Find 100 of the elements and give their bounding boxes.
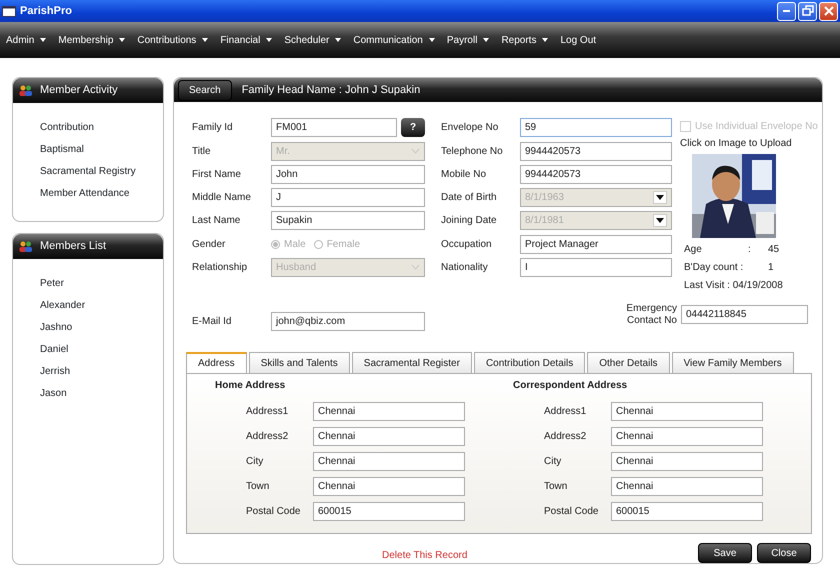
field-label: Town — [544, 480, 568, 494]
search-button[interactable]: Search — [178, 80, 232, 101]
text-field[interactable]: J — [271, 188, 425, 208]
field-label: Telephone No — [441, 144, 504, 158]
field-label: Address2 — [544, 430, 588, 444]
chevron-down-icon — [411, 264, 420, 270]
text-field[interactable]: Chennai — [611, 427, 763, 446]
maximize-icon — [802, 5, 814, 17]
stat-value: 45 — [768, 243, 780, 258]
text-field[interactable]: Chennai — [611, 477, 763, 496]
save-button[interactable]: Save — [698, 543, 752, 563]
sidebar-link[interactable]: Jason — [13, 382, 163, 404]
text-field[interactable]: Chennai — [313, 427, 465, 446]
tab[interactable]: Skills and Talents — [248, 352, 350, 374]
text-field[interactable]: Chennai — [313, 452, 465, 472]
field-label: Joining Date — [441, 214, 498, 228]
sidebar-link[interactable]: Contribution — [13, 116, 163, 138]
field-label: Address2 — [246, 430, 290, 444]
field-label: Town — [246, 480, 270, 494]
minimize-icon — [783, 10, 790, 12]
sidebar-link[interactable]: Daniel — [13, 338, 163, 360]
stat-value: 1 — [768, 261, 774, 276]
field-label: Title — [192, 144, 212, 158]
app-icon — [2, 6, 16, 16]
field-label: Nationality — [441, 260, 489, 275]
menu-item[interactable]: Financial — [220, 32, 278, 48]
sidebar-link[interactable]: Jerrish — [13, 360, 163, 382]
menu-item[interactable]: Log Out — [560, 32, 602, 48]
field-label: Mobile No — [441, 168, 488, 182]
window-title: ParishPro — [20, 4, 72, 19]
text-field[interactable]: I — [520, 258, 672, 277]
menu-item[interactable]: Scheduler — [284, 32, 348, 48]
field-label: Postal Code — [544, 505, 600, 520]
sidebar-link[interactable]: Baptismal — [13, 138, 163, 160]
text-field[interactable]: 600015 — [313, 502, 465, 522]
text-field[interactable]: 600015 — [611, 502, 763, 522]
header-title: Family Head Name : John J Supakin — [242, 82, 420, 98]
field-label: City — [544, 455, 562, 470]
field-label: Envelope No — [441, 121, 500, 136]
sidebar-link[interactable]: Jashno — [13, 316, 163, 338]
field-label: Family Id — [192, 121, 234, 136]
section-heading: Home Address — [215, 379, 286, 394]
people-icon — [19, 85, 32, 96]
tab[interactable]: View Family Members — [672, 352, 794, 374]
stat-label: Last Visit : 04/19/2008 — [684, 279, 783, 294]
field-label: Last Name — [192, 214, 242, 228]
field-label: City — [246, 455, 264, 470]
text-field[interactable]: 04442118845 — [681, 305, 808, 324]
text-field[interactable]: 59 — [520, 118, 672, 138]
text-field[interactable]: Chennai — [313, 402, 465, 422]
sidebar-link[interactable]: Alexander — [13, 294, 163, 316]
menu-item[interactable]: Communication — [353, 32, 441, 48]
text-field[interactable]: 9944420573 — [520, 142, 672, 160]
field-label: Relationship — [192, 260, 248, 275]
panel-title: Members List — [40, 239, 106, 254]
field-label: Postal Code — [246, 505, 302, 520]
caret-down-icon — [656, 218, 664, 224]
stat-label: Age — [684, 243, 703, 258]
section-heading: Correspondent Address — [513, 379, 628, 394]
menu-item[interactable]: Payroll — [446, 32, 496, 48]
field-label: Date of Birth — [441, 191, 498, 206]
menu-item[interactable]: Admin — [6, 32, 52, 48]
close-button[interactable] — [819, 2, 838, 20]
minimize-button[interactable] — [777, 2, 796, 20]
text-field[interactable]: Chennai — [611, 452, 763, 472]
text-field[interactable]: FM001 — [271, 118, 397, 138]
text-field[interactable]: Supakin — [271, 211, 425, 230]
field-label: Occupation — [441, 238, 493, 252]
tab[interactable]: Sacramental Register — [352, 352, 472, 374]
tab[interactable]: Address — [186, 352, 247, 374]
menu-item[interactable]: Reports — [501, 32, 554, 48]
field-label: Emergency Contact No — [625, 303, 677, 328]
tab[interactable]: Contribution Details — [474, 352, 586, 374]
text-field[interactable]: Project Manager — [520, 234, 672, 254]
menu-item[interactable]: Membership — [58, 32, 132, 48]
field-label: Address1 — [544, 405, 588, 420]
upload-caption: Click on Image to Upload — [680, 137, 793, 152]
delete-link[interactable]: Delete This Record — [382, 548, 468, 563]
panel-title: Member Activity — [40, 83, 118, 98]
field-label: Middle Name — [192, 191, 252, 206]
text-field[interactable]: Chennai — [313, 477, 465, 496]
tab[interactable]: Other Details — [587, 352, 670, 374]
help-button[interactable]: ? — [401, 118, 425, 138]
maximize-button[interactable] — [798, 2, 817, 20]
chevron-down-icon — [411, 148, 420, 154]
close-button[interactable]: Close — [757, 543, 811, 563]
people-icon — [19, 241, 32, 252]
text-field[interactable]: John — [271, 164, 425, 184]
field-label: E-Mail Id — [192, 315, 232, 330]
text-field[interactable]: 9944420573 — [520, 164, 672, 184]
text-field[interactable]: john@qbiz.com — [271, 312, 425, 332]
sidebar-link[interactable]: Member Attendance — [13, 182, 163, 204]
menu-item[interactable]: Contributions — [137, 32, 214, 48]
stat-separator: : — [748, 243, 752, 258]
caret-down-icon — [656, 195, 664, 200]
close-icon — [822, 5, 834, 17]
field-label: First Name — [192, 168, 242, 182]
sidebar-link[interactable]: Peter — [13, 272, 163, 294]
text-field[interactable]: Chennai — [611, 402, 763, 422]
sidebar-link[interactable]: Sacramental Registry — [13, 160, 163, 182]
